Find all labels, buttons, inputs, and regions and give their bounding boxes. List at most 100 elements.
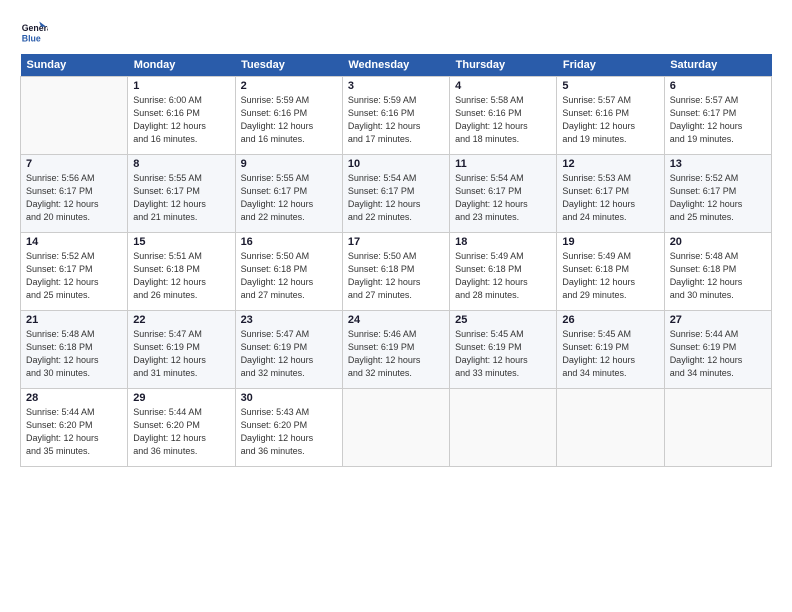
day-cell: 12 Sunrise: 5:53 AMSunset: 6:17 PMDayligh… bbox=[557, 155, 664, 233]
day-cell bbox=[557, 389, 664, 467]
day-info: Sunrise: 5:46 AMSunset: 6:19 PMDaylight:… bbox=[348, 328, 444, 380]
day-number: 19 bbox=[562, 236, 658, 248]
day-number: 8 bbox=[133, 158, 229, 170]
col-header-tuesday: Tuesday bbox=[235, 54, 342, 77]
day-cell: 17 Sunrise: 5:50 AMSunset: 6:18 PMDayligh… bbox=[342, 233, 449, 311]
svg-text:Blue: Blue bbox=[22, 34, 41, 44]
day-info: Sunrise: 5:59 AMSunset: 6:16 PMDaylight:… bbox=[348, 94, 444, 146]
day-cell: 29 Sunrise: 5:44 AMSunset: 6:20 PMDayligh… bbox=[128, 389, 235, 467]
calendar-table: SundayMondayTuesdayWednesdayThursdayFrid… bbox=[20, 54, 772, 467]
day-cell: 16Sunrise: 5:50 AMSunset: 6:18 PMDayligh… bbox=[235, 233, 342, 311]
day-info: Sunrise: 5:58 AMSunset: 6:16 PMDaylight:… bbox=[455, 94, 551, 146]
day-info: Sunrise: 5:54 AMSunset: 6:17 PMDaylight:… bbox=[455, 172, 551, 224]
day-info: Sunrise: 5:59 AMSunset: 6:16 PMDaylight:… bbox=[241, 94, 337, 146]
col-header-friday: Friday bbox=[557, 54, 664, 77]
day-number: 26 bbox=[562, 314, 658, 326]
day-number: 28 bbox=[26, 392, 122, 404]
day-info: Sunrise: 5:52 AMSunset: 6:17 PMDaylight:… bbox=[670, 172, 766, 224]
day-info: Sunrise: 5:54 AMSunset: 6:17 PMDaylight:… bbox=[348, 172, 444, 224]
day-number: 3 bbox=[348, 80, 444, 92]
day-info: Sunrise: 5:56 AMSunset: 6:17 PMDaylight:… bbox=[26, 172, 122, 224]
day-number: 6 bbox=[670, 80, 766, 92]
day-cell: 10 Sunrise: 5:54 AMSunset: 6:17 PMDayligh… bbox=[342, 155, 449, 233]
day-info: Sunrise: 5:50 AMSunset: 6:18 PMDaylight:… bbox=[348, 250, 444, 302]
day-number: 7 bbox=[26, 158, 122, 170]
day-number: 9 bbox=[241, 158, 337, 170]
day-number: 22 bbox=[133, 314, 229, 326]
day-info: Sunrise: 5:55 AMSunset: 6:17 PMDaylight:… bbox=[241, 172, 337, 224]
day-number: 15 bbox=[133, 236, 229, 248]
day-cell: 2 Sunrise: 5:59 AMSunset: 6:16 PMDaylight… bbox=[235, 77, 342, 155]
day-number: 21 bbox=[26, 314, 122, 326]
day-cell: 3 Sunrise: 5:59 AMSunset: 6:16 PMDaylight… bbox=[342, 77, 449, 155]
day-cell bbox=[664, 389, 771, 467]
day-info: Sunrise: 5:47 AMSunset: 6:19 PMDaylight:… bbox=[133, 328, 229, 380]
day-info: Sunrise: 5:48 AMSunset: 6:18 PMDaylight:… bbox=[26, 328, 122, 380]
day-cell: 5 Sunrise: 5:57 AMSunset: 6:16 PMDaylight… bbox=[557, 77, 664, 155]
day-cell bbox=[342, 389, 449, 467]
day-number: 18 bbox=[455, 236, 551, 248]
day-cell: 4 Sunrise: 5:58 AMSunset: 6:16 PMDaylight… bbox=[450, 77, 557, 155]
day-info: Sunrise: 5:44 AMSunset: 6:20 PMDaylight:… bbox=[26, 406, 122, 458]
day-cell: 1 Sunrise: 6:00 AMSunset: 6:16 PMDaylight… bbox=[128, 77, 235, 155]
day-cell: 21 Sunrise: 5:48 AMSunset: 6:18 PMDayligh… bbox=[21, 311, 128, 389]
day-number: 27 bbox=[670, 314, 766, 326]
day-info: Sunrise: 5:52 AMSunset: 6:17 PMDaylight:… bbox=[26, 250, 122, 302]
day-info: Sunrise: 5:57 AMSunset: 6:17 PMDaylight:… bbox=[670, 94, 766, 146]
day-cell: 8 Sunrise: 5:55 AMSunset: 6:17 PMDaylight… bbox=[128, 155, 235, 233]
day-cell: 11 Sunrise: 5:54 AMSunset: 6:17 PMDayligh… bbox=[450, 155, 557, 233]
day-info: Sunrise: 5:45 AMSunset: 6:19 PMDaylight:… bbox=[562, 328, 658, 380]
day-number: 17 bbox=[348, 236, 444, 248]
svg-text:General: General bbox=[22, 23, 48, 33]
day-number: 29 bbox=[133, 392, 229, 404]
day-cell: 19Sunrise: 5:49 AMSunset: 6:18 PMDayligh… bbox=[557, 233, 664, 311]
day-info: Sunrise: 5:45 AMSunset: 6:19 PMDaylight:… bbox=[455, 328, 551, 380]
day-number: 10 bbox=[348, 158, 444, 170]
header-row: SundayMondayTuesdayWednesdayThursdayFrid… bbox=[21, 54, 772, 77]
day-info: Sunrise: 5:47 AMSunset: 6:19 PMDaylight:… bbox=[241, 328, 337, 380]
day-cell: 15Sunrise: 5:51 AMSunset: 6:18 PMDayligh… bbox=[128, 233, 235, 311]
col-header-monday: Monday bbox=[128, 54, 235, 77]
day-number: 4 bbox=[455, 80, 551, 92]
day-cell bbox=[21, 77, 128, 155]
day-number: 2 bbox=[241, 80, 337, 92]
day-number: 30 bbox=[241, 392, 337, 404]
day-cell: 23Sunrise: 5:47 AMSunset: 6:19 PMDayligh… bbox=[235, 311, 342, 389]
day-info: Sunrise: 5:55 AMSunset: 6:17 PMDaylight:… bbox=[133, 172, 229, 224]
col-header-thursday: Thursday bbox=[450, 54, 557, 77]
day-cell: 18 Sunrise: 5:49 AMSunset: 6:18 PMDayligh… bbox=[450, 233, 557, 311]
week-row-3: 14Sunrise: 5:52 AMSunset: 6:17 PMDayligh… bbox=[21, 233, 772, 311]
day-cell bbox=[450, 389, 557, 467]
logo: General Blue bbox=[20, 18, 54, 46]
week-row-5: 28 Sunrise: 5:44 AMSunset: 6:20 PMDayligh… bbox=[21, 389, 772, 467]
day-number: 1 bbox=[133, 80, 229, 92]
day-cell: 6 Sunrise: 5:57 AMSunset: 6:17 PMDaylight… bbox=[664, 77, 771, 155]
day-number: 5 bbox=[562, 80, 658, 92]
day-number: 25 bbox=[455, 314, 551, 326]
col-header-wednesday: Wednesday bbox=[342, 54, 449, 77]
day-number: 11 bbox=[455, 158, 551, 170]
col-header-saturday: Saturday bbox=[664, 54, 771, 77]
day-cell: 13 Sunrise: 5:52 AMSunset: 6:17 PMDayligh… bbox=[664, 155, 771, 233]
page: General Blue SundayMondayTuesdayWednesda… bbox=[0, 0, 792, 612]
day-info: Sunrise: 5:57 AMSunset: 6:16 PMDaylight:… bbox=[562, 94, 658, 146]
day-number: 24 bbox=[348, 314, 444, 326]
day-cell: 20 Sunrise: 5:48 AMSunset: 6:18 PMDayligh… bbox=[664, 233, 771, 311]
day-info: Sunrise: 5:44 AMSunset: 6:20 PMDaylight:… bbox=[133, 406, 229, 458]
day-cell: 30Sunrise: 5:43 AMSunset: 6:20 PMDayligh… bbox=[235, 389, 342, 467]
day-info: Sunrise: 5:50 AMSunset: 6:18 PMDaylight:… bbox=[241, 250, 337, 302]
day-cell: 14Sunrise: 5:52 AMSunset: 6:17 PMDayligh… bbox=[21, 233, 128, 311]
day-number: 20 bbox=[670, 236, 766, 248]
day-info: Sunrise: 5:49 AMSunset: 6:18 PMDaylight:… bbox=[455, 250, 551, 302]
day-info: Sunrise: 5:48 AMSunset: 6:18 PMDaylight:… bbox=[670, 250, 766, 302]
week-row-2: 7 Sunrise: 5:56 AMSunset: 6:17 PMDaylight… bbox=[21, 155, 772, 233]
day-number: 13 bbox=[670, 158, 766, 170]
day-number: 12 bbox=[562, 158, 658, 170]
col-header-sunday: Sunday bbox=[21, 54, 128, 77]
day-cell: 28 Sunrise: 5:44 AMSunset: 6:20 PMDayligh… bbox=[21, 389, 128, 467]
day-info: Sunrise: 6:00 AMSunset: 6:16 PMDaylight:… bbox=[133, 94, 229, 146]
day-info: Sunrise: 5:53 AMSunset: 6:17 PMDaylight:… bbox=[562, 172, 658, 224]
logo-icon: General Blue bbox=[20, 18, 48, 46]
day-cell: 24 Sunrise: 5:46 AMSunset: 6:19 PMDayligh… bbox=[342, 311, 449, 389]
day-cell: 9 Sunrise: 5:55 AMSunset: 6:17 PMDaylight… bbox=[235, 155, 342, 233]
